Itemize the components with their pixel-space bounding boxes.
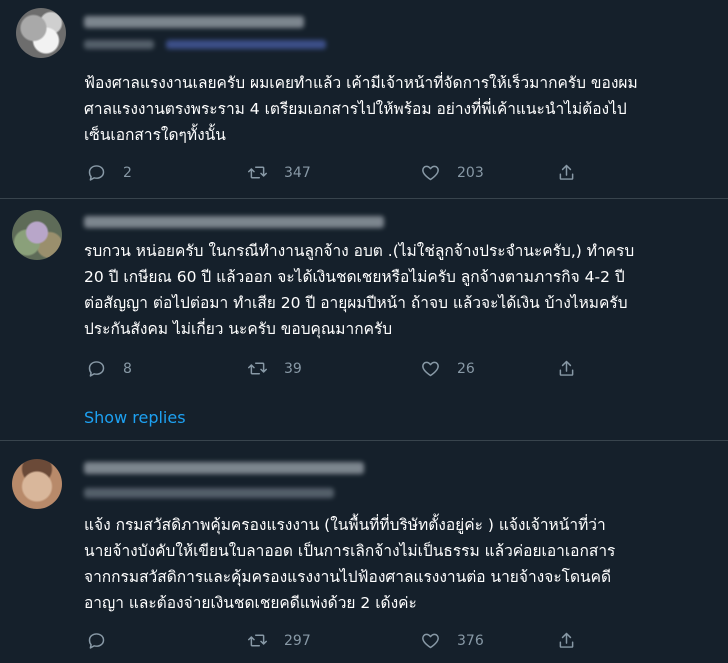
heart-icon (422, 165, 439, 181)
like-count: 376 (457, 632, 484, 649)
tweet-text: แจ้ง กรมสวัสดิภาพคุ้มครองแรงงาน (ในพื้นท… (84, 516, 616, 612)
reply-button[interactable]: 2 (86, 162, 132, 183)
tweet-divider (0, 440, 728, 441)
tweet-text: รบกวน หน่อยครับ ในกรณีทำงานลูกจ้าง อบต .… (84, 242, 635, 338)
retweet-button[interactable]: 39 (247, 358, 302, 379)
tweet-divider (0, 198, 728, 199)
like-count: 203 (457, 164, 484, 181)
reply-target-redacted[interactable] (84, 488, 334, 498)
avatar[interactable] (16, 8, 66, 58)
avatar[interactable] (12, 459, 62, 509)
show-replies-link[interactable]: Show replies (84, 408, 186, 427)
retweet-count: 297 (284, 632, 311, 649)
retweet-count: 39 (284, 360, 302, 377)
retweet-icon (248, 166, 267, 179)
share-button[interactable] (556, 358, 577, 379)
retweet-count: 347 (284, 164, 311, 181)
like-button[interactable]: 376 (420, 630, 484, 651)
retweet-icon (248, 634, 267, 647)
like-button[interactable]: 26 (420, 358, 475, 379)
retweet-icon (248, 362, 267, 375)
retweet-button[interactable]: 297 (247, 630, 311, 651)
like-count: 26 (457, 360, 475, 377)
author-name-redacted[interactable] (84, 462, 364, 474)
author-name-redacted[interactable] (84, 16, 304, 28)
like-button[interactable]: 203 (420, 162, 484, 183)
tweet-text: ฟ้องศาลแรงงานเลยครับ ผมเคยทำแล้ว เค้ามีเ… (84, 74, 638, 144)
reply-button[interactable] (86, 630, 107, 651)
reply-icon (88, 633, 105, 649)
heart-icon (422, 361, 439, 377)
avatar[interactable] (12, 210, 62, 260)
author-name-redacted[interactable] (84, 216, 384, 228)
heart-icon (422, 633, 439, 649)
share-icon (559, 632, 574, 648)
reply-count: 2 (123, 164, 132, 181)
reply-count: 8 (123, 360, 132, 377)
reply-target-redacted[interactable] (166, 40, 326, 49)
retweet-button[interactable]: 347 (247, 162, 311, 183)
share-button[interactable] (556, 162, 577, 183)
reply-icon (88, 361, 105, 377)
share-icon (559, 360, 574, 376)
reply-button[interactable]: 8 (86, 358, 132, 379)
author-handle-redacted (84, 40, 154, 49)
reply-icon (88, 165, 105, 181)
share-button[interactable] (556, 630, 577, 651)
share-icon (559, 164, 574, 180)
